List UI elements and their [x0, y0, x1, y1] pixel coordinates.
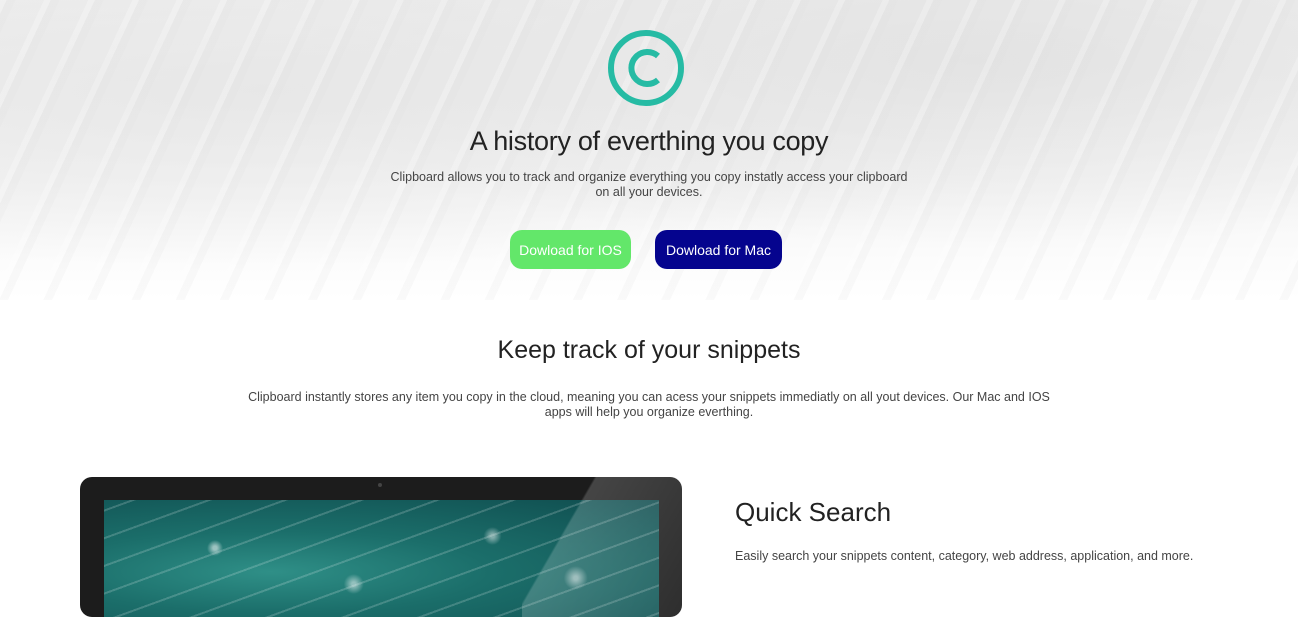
- snippets-section-title: Keep track of your snippets: [497, 336, 801, 364]
- snippets-section-description: Clipboard instantly stores any item you …: [248, 390, 1050, 419]
- feature-title: Quick Search: [735, 497, 892, 527]
- download-mac-button[interactable]: Dowload for Mac: [655, 230, 782, 269]
- copyright-circle-icon: [607, 29, 685, 107]
- device-mockup: [80, 477, 682, 617]
- download-ios-button[interactable]: Dowload for IOS: [510, 230, 631, 269]
- hero-description: Clipboard allows you to track and organi…: [390, 170, 908, 199]
- device-glare: [522, 477, 682, 617]
- camera-dot: [378, 483, 382, 487]
- feature-description: Easily search your snippets content, cat…: [735, 549, 1194, 563]
- hero-title: A history of everthing you copy: [469, 126, 829, 156]
